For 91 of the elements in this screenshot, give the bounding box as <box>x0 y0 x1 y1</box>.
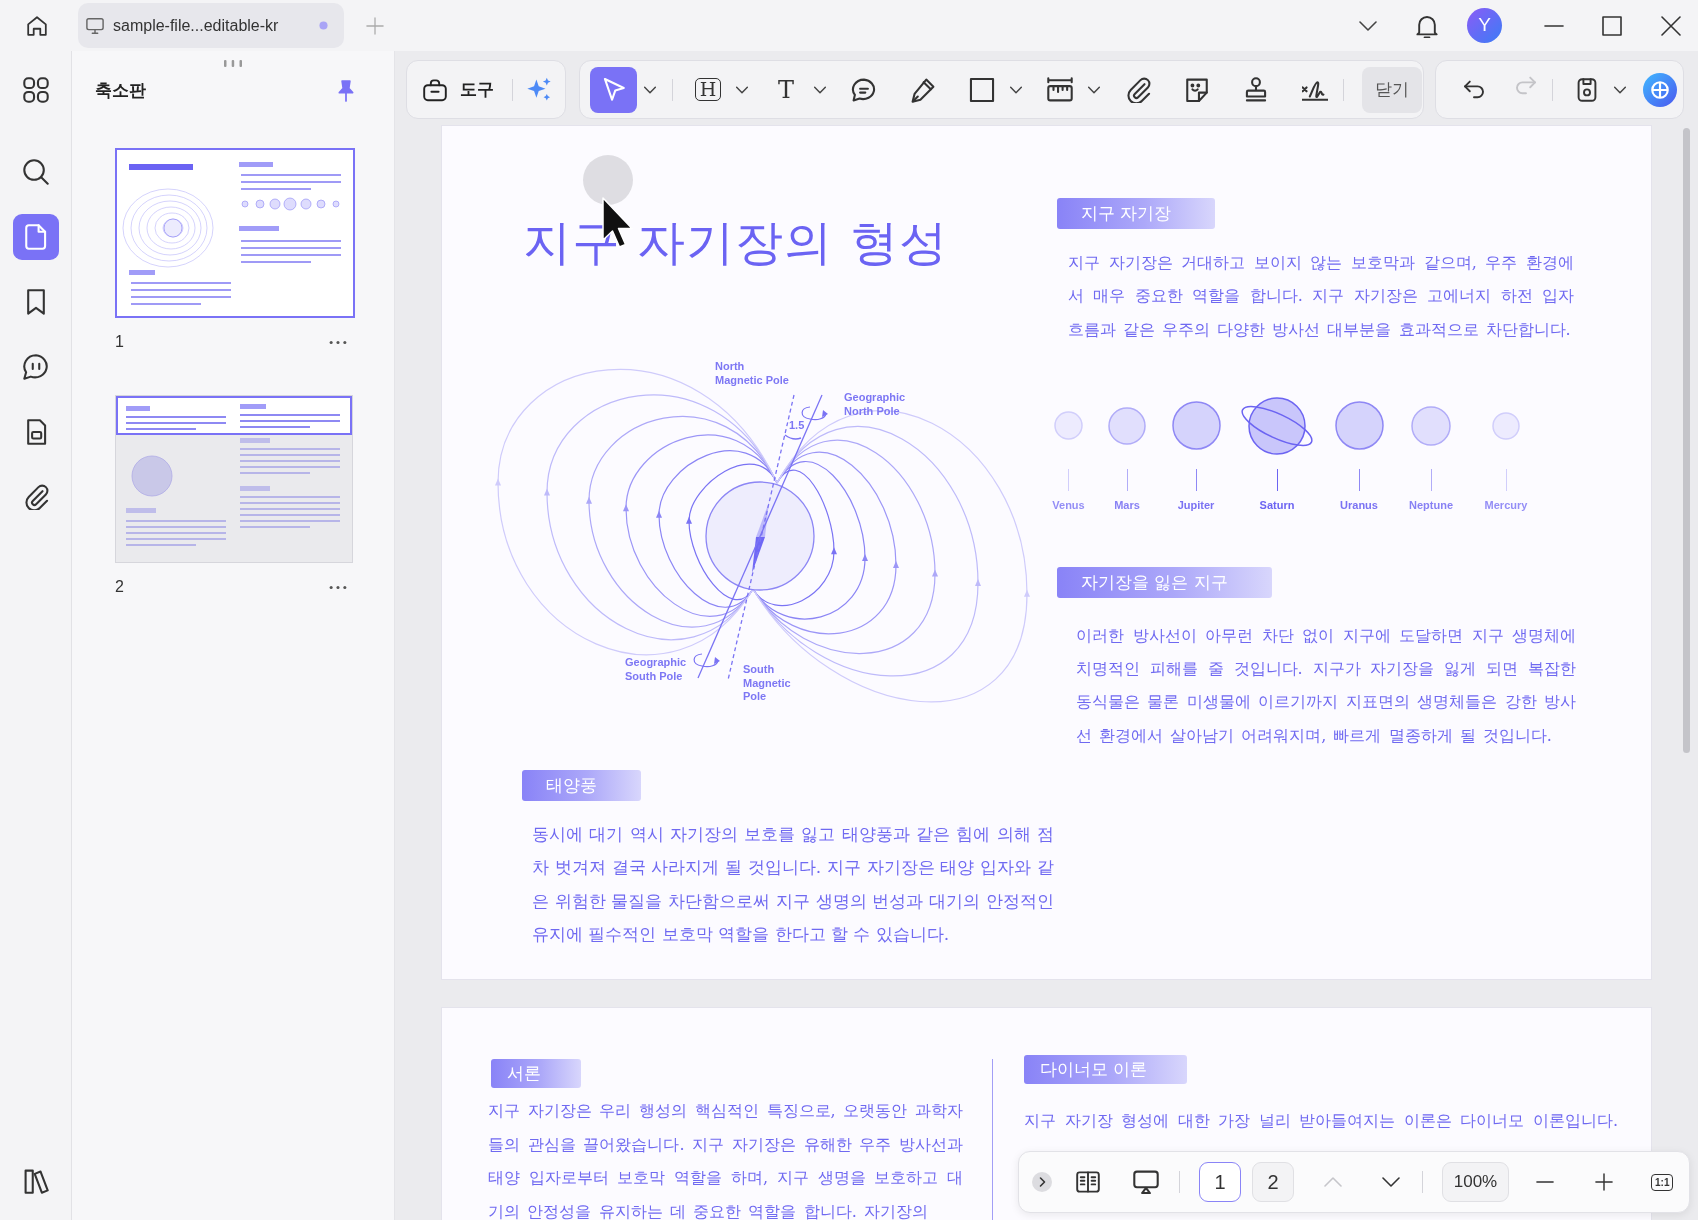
assistant-logo-icon[interactable] <box>1643 72 1677 107</box>
leader-line <box>1430 468 1432 491</box>
planet-label: Saturn <box>1259 497 1295 512</box>
section-heading: 다이너모 이론 <box>1024 1055 1188 1084</box>
paragraph: 지구 자기장 형성에 대한 가장 널리 받아들여지는 이론은 다이너모 이론입니다. <box>1024 1110 1618 1132</box>
planet-icon <box>1411 405 1451 446</box>
planet-label: Venus <box>1052 497 1085 512</box>
planet-icon <box>1054 411 1083 441</box>
save-icon[interactable] <box>1575 77 1599 102</box>
user-avatar[interactable]: Y <box>1467 8 1502 43</box>
monitor-icon <box>86 16 104 35</box>
planet-label: Mars <box>1114 497 1140 512</box>
rectangle-icon <box>969 76 995 103</box>
minimize-icon[interactable] <box>1543 24 1565 27</box>
close-button[interactable]: 닫기 <box>1362 66 1422 113</box>
caret-icon[interactable] <box>1614 85 1626 94</box>
planet-label: Neptune <box>1409 497 1453 512</box>
tool-button[interactable]: H <box>687 66 729 113</box>
angle-arc <box>784 434 802 440</box>
planet-label: Mercury <box>1484 497 1528 512</box>
page-number: 2 <box>115 577 124 597</box>
diagram-label: Geographic North Pole <box>844 391 906 418</box>
speech-bubble-icon <box>22 354 49 380</box>
drag-handle-icon[interactable] <box>223 60 243 67</box>
planet-icon <box>1108 406 1146 445</box>
section-heading: 자기장을 잃은 지구 <box>1057 566 1272 598</box>
section-heading: 태양풍 <box>522 770 641 801</box>
page-number: 1 <box>115 332 124 352</box>
zoom-in-icon[interactable] <box>1595 1173 1613 1191</box>
leader-line <box>1126 468 1128 491</box>
ruler-icon <box>1047 76 1073 103</box>
planet-label: Jupiter <box>1177 497 1215 512</box>
close-icon[interactable] <box>1661 15 1681 36</box>
angle-label: 1.5 <box>789 419 805 433</box>
tool-button[interactable]: T <box>765 66 807 113</box>
paragraph: 이러한 방사선이 아무런 차단 없이 지구에 도달하면 지구 생명체에 치명적인 피해를 줄 것입니다. 지구가 자기장을 잃게 되면 복잡한 동식물은 물론 미생물에 이르기까지 지표면의 생명체들은 강한 방사선 환경에서 살아남기 어려워지며, 빠르게 멸종하게 될 것입니다. <box>1076 624 1576 747</box>
caret-icon[interactable] <box>1010 85 1022 94</box>
leader-line <box>1358 468 1360 491</box>
maximize-icon[interactable] <box>1602 15 1622 36</box>
chevron-down-icon[interactable] <box>1359 19 1377 32</box>
document-tab[interactable]: sample-file...editable-kr <box>78 3 344 48</box>
planet-label: Uranus <box>1340 497 1378 512</box>
bell-icon[interactable] <box>1415 13 1439 38</box>
scrollbar-thumb[interactable] <box>1683 128 1690 753</box>
panel-title: 축소판 <box>95 80 146 103</box>
more-icon[interactable] <box>329 584 347 590</box>
speech-bubble-icon <box>851 76 877 103</box>
leader-line <box>1276 468 1278 491</box>
stamp-icon <box>1243 76 1269 103</box>
leader-line <box>1068 468 1069 491</box>
search-icon <box>22 159 49 185</box>
leader-line <box>1195 468 1197 491</box>
page-button[interactable]: 2 <box>1252 1162 1294 1202</box>
paperclip-icon <box>22 484 49 510</box>
zoom-level[interactable]: 100% <box>1442 1162 1509 1202</box>
actual-size-button[interactable]: 1:1 <box>1651 1173 1674 1191</box>
compass-needle-icon <box>752 502 769 573</box>
page-thumbnail[interactable] <box>115 148 355 318</box>
paperclip-icon <box>1125 76 1151 103</box>
section-heading: 서론 <box>491 1059 581 1088</box>
sparkle-icon[interactable] <box>526 76 552 103</box>
pencil-icon <box>910 76 936 103</box>
leader-line <box>1505 468 1507 491</box>
caret-icon[interactable] <box>736 85 748 94</box>
caret-icon[interactable] <box>814 85 826 94</box>
page-button[interactable]: 1 <box>1199 1162 1241 1202</box>
chevron-circle-icon[interactable] <box>1032 1172 1052 1192</box>
presentation-icon[interactable] <box>1133 1169 1159 1195</box>
chevron-down-icon[interactable] <box>1382 1176 1400 1188</box>
caret-icon[interactable] <box>644 85 656 94</box>
diagram-label: North Magnetic Pole <box>715 360 789 387</box>
diagram-label: Geographic South Pole <box>625 656 687 683</box>
toolbox-icon <box>423 77 447 102</box>
sticker-icon <box>1184 76 1210 103</box>
caret-icon[interactable] <box>1088 85 1100 94</box>
two-page-view-icon[interactable] <box>1076 1170 1100 1194</box>
paragraph: 동시에 대기 역시 자기장의 보호를 잃고 태양풍과 같은 힘에 의해 점차 벗겨져 결국 사라지게 될 것입니다. 지구 자기장은 태양 입자와 같은 위험한 물질을 차단함으로써 지구 생명의 번성과 대기의 안정적인 유지에 필수적인 보호막 역할을 한다고 할 수 있습니다. <box>532 823 1054 946</box>
page-icon <box>22 224 49 250</box>
diagram-label: South Magnetic Pole <box>743 663 791 704</box>
books-icon <box>22 1168 49 1194</box>
section-heading: 지구 자기장 <box>1057 198 1216 229</box>
paragraph: 지구 자기장은 거대하고 보이지 않는 보호막과 같으며, 우주 환경에서 매우 중요한 역할을 합니다. 지구 자기장은 고에너지 하전 입자 흐름과 같은 우주의 다양한 방사선 대부분을 효과적으로 차단합니다. <box>1068 252 1574 341</box>
home-icon[interactable] <box>26 14 48 37</box>
planet-icon <box>1334 401 1384 451</box>
rotation-arrow <box>693 653 720 668</box>
more-icon[interactable] <box>329 339 347 345</box>
paragraph: 지구 자기장은 우리 행성의 핵심적인 특징으로, 오랫동안 과학자들의 관심을 끌어왔습니다. 지구 자기장은 유해한 우주 방사선과 태양 입자로부터 보호막 역할을 하며, 지구 생명을 보호하고 대기의 안정성을 유지하는 데 중요한 역할을 합니다. 자기장의 <box>488 1100 963 1220</box>
planet-icon <box>1171 401 1221 451</box>
grid-icon <box>22 77 49 103</box>
rotation-arrow <box>801 406 828 421</box>
planet-icon <box>1492 411 1520 440</box>
